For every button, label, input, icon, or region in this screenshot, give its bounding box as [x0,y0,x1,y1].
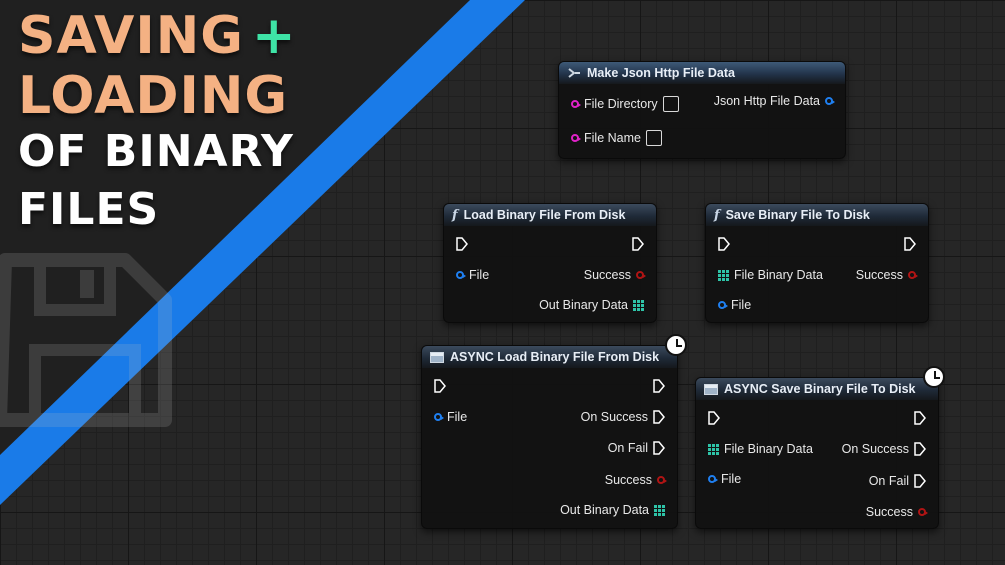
pin-label: Out Binary Data [560,503,649,517]
pin-success-out[interactable]: Success [861,505,928,519]
pin-out-binary-data[interactable]: Out Binary Data [534,298,644,312]
title-line-3: OF BINARY [18,126,294,177]
binary-array-pin-icon[interactable] [708,443,719,455]
pin-label: Success [583,268,631,282]
exec-in-pin-icon[interactable] [708,411,720,425]
pin-label: On Success [841,442,909,456]
pin-label: Success [604,473,652,487]
bool-pin-icon[interactable] [918,508,928,516]
node-title: Load Binary File From Disk [463,208,626,222]
pin-label: File [731,298,752,312]
title-line-2: LOADING [18,66,289,126]
pin-on-fail[interactable]: On Fail [603,441,665,455]
node-title: ASYNC Load Binary File From Disk [450,350,660,364]
node-load-binary-file-from-disk[interactable]: f Load Binary File From Disk File Succes… [443,203,657,323]
exec-out-pin-icon[interactable] [632,237,644,251]
string-pin-icon[interactable] [571,134,581,142]
function-icon: f [714,207,720,223]
pin-label: File Directory [584,97,658,111]
pin-file[interactable]: File [718,298,756,312]
pin-file-binary-data[interactable]: File Binary Data [708,442,818,456]
bool-pin-icon[interactable] [636,271,646,279]
pin-out-binary-data[interactable]: Out Binary Data [555,503,665,517]
pin-success-out[interactable]: Success [851,268,918,282]
pin-label: File [469,268,490,282]
string-pin-icon[interactable] [571,100,581,108]
node-make-json-http-file-data[interactable]: Make Json Http File Data File Directory … [558,61,846,159]
struct-pin-icon[interactable] [825,97,835,105]
bool-pin-icon[interactable] [657,476,667,484]
pin-label: File [447,410,468,424]
node-async-load-binary-file-from-disk[interactable]: ASYNC Load Binary File From Disk File On… [421,345,678,529]
object-pin-icon[interactable] [708,475,718,483]
object-pin-icon[interactable] [718,301,728,309]
node-header[interactable]: ASYNC Load Binary File From Disk [422,346,677,368]
exec-in-pin-icon[interactable] [718,237,730,251]
pin-label: File [721,472,742,486]
async-node-icon [430,351,444,363]
node-save-binary-file-to-disk[interactable]: f Save Binary File To Disk File Binary D… [705,203,929,323]
pin-label: File Name [584,131,641,145]
exec-out-pin-icon[interactable] [914,474,926,488]
pin-file-name[interactable]: File Name [571,130,662,146]
latent-clock-icon [665,334,687,356]
floppy-disk-icon [0,253,172,427]
pin-label: Out Binary Data [539,298,628,312]
async-node-icon [704,383,718,395]
node-header[interactable]: ASYNC Save Binary File To Disk [696,378,938,400]
latent-clock-icon [923,366,945,388]
exec-in-pin-icon[interactable] [456,237,468,251]
node-async-save-binary-file-to-disk[interactable]: ASYNC Save Binary File To Disk File Bina… [695,377,939,529]
binary-array-pin-icon[interactable] [654,504,665,516]
pin-file-binary-data[interactable]: File Binary Data [718,268,828,282]
bool-pin-icon[interactable] [908,271,918,279]
node-title: Save Binary File To Disk [725,208,870,222]
node-title: Make Json Http File Data [587,66,735,80]
plus-icon: + [251,6,297,66]
pin-on-fail[interactable]: On Fail [864,474,926,488]
binary-array-pin-icon[interactable] [718,269,729,281]
pin-file[interactable]: File [708,472,746,486]
node-header[interactable]: f Load Binary File From Disk [444,204,656,226]
node-header[interactable]: f Save Binary File To Disk [706,204,928,226]
make-struct-icon [567,67,581,79]
function-icon: f [452,207,458,223]
title-line-4: FILES [18,184,160,235]
pin-label: Success [855,268,903,282]
pin-success-out[interactable]: Success [600,473,667,487]
pin-label: On Success [580,410,648,424]
node-title: ASYNC Save Binary File To Disk [724,382,916,396]
pin-label: File Binary Data [734,268,823,282]
pin-file[interactable]: File [456,268,494,282]
pin-on-success[interactable]: On Success [576,410,665,424]
node-header[interactable]: Make Json Http File Data [559,62,845,84]
exec-out-pin-icon[interactable] [653,441,665,455]
pin-file[interactable]: File [434,410,472,424]
pin-on-success[interactable]: On Success [837,442,926,456]
title-line-1: SAVING + [18,10,297,62]
file-directory-input[interactable] [662,96,679,112]
file-name-input[interactable] [645,130,662,146]
exec-out-pin-icon[interactable] [653,410,665,424]
pin-label: Json Http File Data [713,94,820,108]
exec-then-pin-icon[interactable] [653,379,665,393]
pin-label: Success [865,505,913,519]
exec-then-pin-icon[interactable] [914,411,926,425]
pin-success-out[interactable]: Success [579,268,646,282]
exec-in-pin-icon[interactable] [434,379,446,393]
object-pin-icon[interactable] [456,271,466,279]
pin-file-directory[interactable]: File Directory [571,96,679,112]
pin-json-http-file-data-out[interactable]: Json Http File Data [709,94,835,108]
title-saving: SAVING [18,6,244,66]
binary-array-pin-icon[interactable] [633,299,644,311]
exec-out-pin-icon[interactable] [914,442,926,456]
pin-label: On Fail [868,474,909,488]
object-pin-icon[interactable] [434,413,444,421]
exec-out-pin-icon[interactable] [904,237,916,251]
pin-label: File Binary Data [724,442,813,456]
pin-label: On Fail [607,441,648,455]
